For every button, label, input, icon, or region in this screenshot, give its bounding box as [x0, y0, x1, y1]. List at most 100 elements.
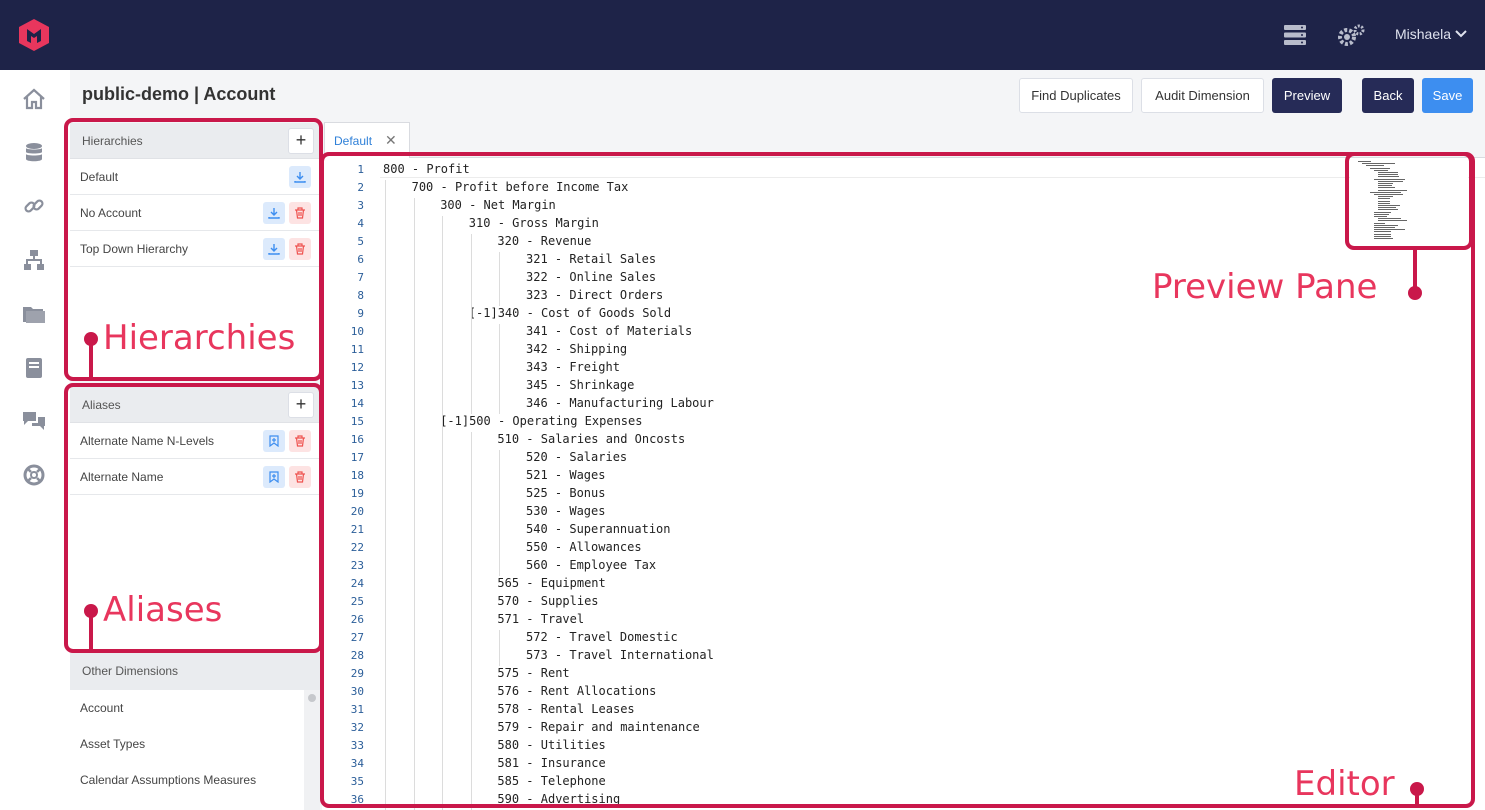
code-editor[interactable]: 1 2 3 4 5 6 7 8 9 10 11 12 13 14 15 16 17 18 19 20 21 22 23 24 2… — [322, 158, 1485, 810]
indent-guide — [470, 792, 472, 810]
code-line[interactable]: 343 - Freight — [526, 360, 620, 374]
dimension-item[interactable]: Calendar Assumptions Measures — [70, 762, 304, 798]
preview-minimap[interactable] — [1350, 158, 1468, 246]
hierarchy-icon[interactable] — [22, 249, 46, 271]
indent-guide — [470, 234, 472, 252]
user-menu[interactable]: Mishaela — [1395, 26, 1467, 42]
code-line[interactable]: 573 - Travel International — [526, 648, 714, 662]
hierarchy-item-top-down[interactable]: Top Down Hierarchy — [70, 231, 320, 267]
lifebuoy-icon[interactable] — [22, 464, 46, 486]
minimap-line — [1378, 220, 1407, 222]
code-line[interactable]: 342 - Shipping — [526, 342, 627, 356]
download-icon[interactable] — [263, 238, 285, 260]
code-line[interactable]: [-1]340 - Cost of Goods Sold — [469, 306, 671, 320]
code-line[interactable]: 341 - Cost of Materials — [526, 324, 692, 338]
code-line[interactable]: 700 - Profit before Income Tax — [412, 180, 629, 194]
database-icon[interactable] — [22, 142, 46, 164]
code-line[interactable]: 520 - Salaries — [526, 450, 627, 464]
code-line[interactable]: 550 - Allowances — [526, 540, 642, 554]
code-line[interactable]: 800 - Profit — [383, 162, 470, 176]
trash-icon[interactable] — [289, 238, 311, 260]
hierarchy-item-no-account[interactable]: No Account — [70, 195, 320, 231]
home-icon[interactable] — [22, 88, 46, 110]
hierarchy-item-default[interactable]: Default — [70, 159, 320, 195]
line-number: 1 — [357, 163, 364, 176]
dimension-item[interactable]: Account — [70, 690, 304, 726]
indent-guide — [470, 450, 472, 468]
dimensions-scrollbar[interactable] — [304, 690, 320, 810]
code-line[interactable]: 576 - Rent Allocations — [497, 684, 656, 698]
minimap-line — [1374, 231, 1391, 233]
code-line[interactable]: 525 - Bonus — [526, 486, 605, 500]
indent-guide — [470, 756, 472, 774]
code-line[interactable]: 345 - Shrinkage — [526, 378, 634, 392]
code-line[interactable]: 310 - Gross Margin — [469, 216, 599, 230]
find-duplicates-button[interactable]: Find Duplicates — [1019, 78, 1133, 113]
code-line[interactable]: 572 - Travel Domestic — [526, 630, 678, 644]
code-line[interactable]: 581 - Insurance — [497, 756, 605, 770]
code-line[interactable]: [-1]500 - Operating Expenses — [440, 414, 642, 428]
alias-item[interactable]: Alternate Name — [70, 459, 320, 495]
back-button[interactable]: Back — [1362, 78, 1414, 113]
close-icon[interactable]: ✕ — [385, 132, 397, 149]
code-line[interactable]: 510 - Salaries and Oncosts — [497, 432, 685, 446]
code-line[interactable]: 590 - Advertising — [497, 792, 620, 806]
code-line[interactable]: 346 - Manufacturing Labour — [526, 396, 714, 410]
audit-dimension-button[interactable]: Audit Dimension — [1141, 78, 1264, 113]
code-line[interactable]: 300 - Net Margin — [440, 198, 556, 212]
code-line[interactable]: 530 - Wages — [526, 504, 605, 518]
dimension-item[interactable]: Asset Types — [70, 726, 304, 762]
code-line[interactable]: 571 - Travel — [497, 612, 584, 626]
code-line[interactable]: 578 - Rental Leases — [497, 702, 634, 716]
trash-icon[interactable] — [289, 202, 311, 224]
bookmark-icon[interactable] — [263, 466, 285, 488]
code-line[interactable]: 521 - Wages — [526, 468, 605, 482]
server-icon[interactable] — [1282, 24, 1308, 46]
save-button[interactable]: Save — [1422, 78, 1473, 113]
download-icon[interactable] — [263, 202, 285, 224]
code-line[interactable]: 575 - Rent — [497, 666, 569, 680]
chat-icon[interactable] — [22, 410, 46, 432]
code-line[interactable]: 560 - Employee Tax — [526, 558, 656, 572]
indent-guide — [413, 540, 415, 558]
indent-guide — [442, 774, 444, 792]
code-line[interactable]: 321 - Retail Sales — [526, 252, 656, 266]
line-number: 25 — [350, 595, 364, 608]
settings-gears-icon[interactable] — [1336, 24, 1366, 46]
add-alias-button[interactable]: + — [288, 392, 314, 418]
code-line[interactable]: 565 - Equipment — [497, 576, 605, 590]
minimap-line — [1378, 185, 1393, 187]
code-line[interactable]: 540 - Superannuation — [526, 522, 671, 536]
code-line[interactable]: 323 - Direct Orders — [526, 288, 663, 302]
add-hierarchy-button[interactable]: + — [288, 128, 314, 154]
tab-default[interactable]: Default ✕ — [324, 122, 410, 159]
indent-guide — [470, 720, 472, 738]
logo-icon[interactable] — [16, 17, 52, 53]
code-line[interactable]: 580 - Utilities — [497, 738, 605, 752]
bookmark-icon[interactable] — [263, 430, 285, 452]
indent-guide — [385, 792, 386, 810]
alias-item[interactable]: Alternate Name N-Levels — [70, 423, 320, 459]
preview-button[interactable]: Preview — [1272, 78, 1342, 113]
indent-guide — [499, 324, 501, 342]
code-line[interactable]: 320 - Revenue — [497, 234, 591, 248]
link-icon[interactable] — [22, 195, 46, 217]
indent-guide — [385, 504, 386, 522]
code-line[interactable]: 579 - Repair and maintenance — [497, 720, 699, 734]
trash-icon[interactable] — [289, 466, 311, 488]
indent-guide — [442, 378, 444, 396]
indent-guide — [413, 306, 415, 324]
code-line[interactable]: 585 - Telephone — [497, 774, 605, 788]
line-number: 34 — [350, 757, 364, 770]
folder-icon[interactable] — [22, 303, 46, 325]
code-line[interactable]: 322 - Online Sales — [526, 270, 656, 284]
code-line[interactable]: 570 - Supplies — [497, 594, 598, 608]
line-number: 33 — [350, 739, 364, 752]
indent-guide — [413, 270, 415, 288]
book-icon[interactable] — [22, 357, 46, 379]
download-icon[interactable] — [289, 166, 311, 188]
indent-guide — [385, 450, 386, 468]
scrollbar-thumb[interactable] — [308, 694, 316, 702]
trash-icon[interactable] — [289, 430, 311, 452]
indent-guide — [499, 270, 501, 288]
